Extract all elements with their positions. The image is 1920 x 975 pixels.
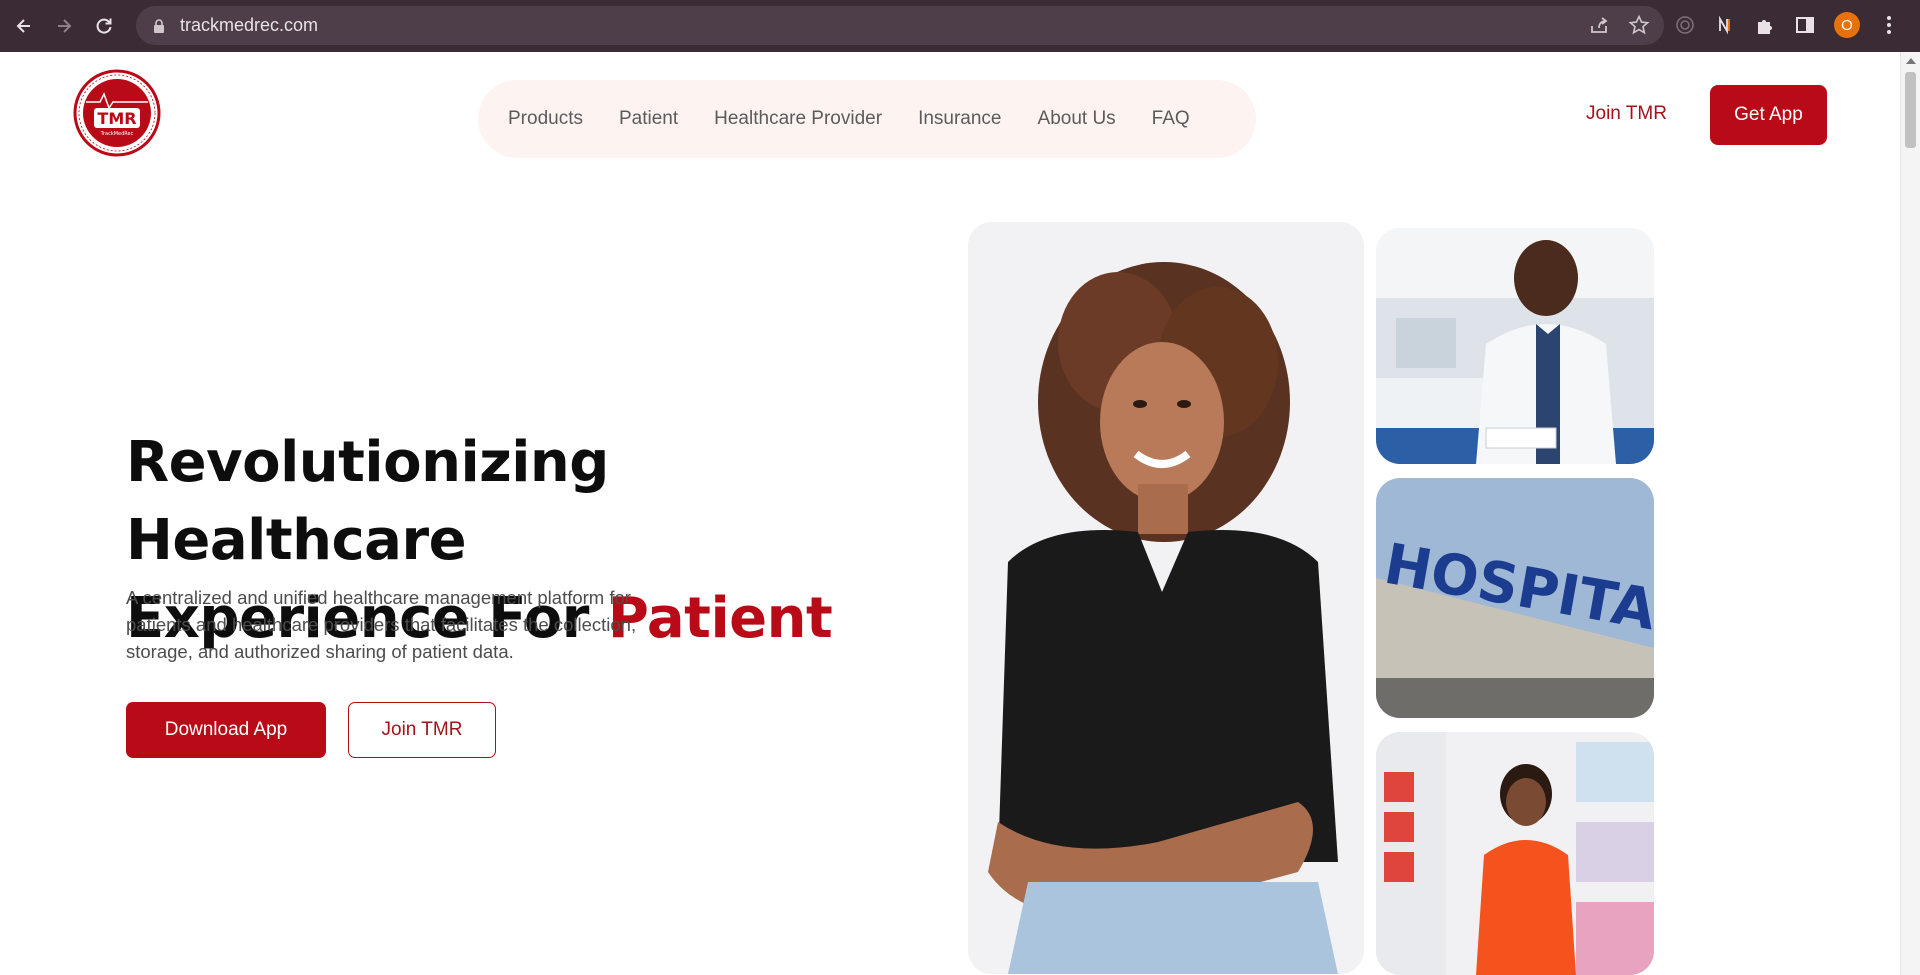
tmr-logo[interactable]: TMR TrackMedRec [72,68,162,158]
menu-dots-icon[interactable] [1878,14,1900,36]
address-bar[interactable]: trackmedrec.com [136,6,1664,45]
hospital-photo: HOSPITAL [1376,478,1654,718]
logo-text: TMR [97,109,136,128]
pharmacist-photo [1376,732,1654,975]
scroll-thumb[interactable] [1905,72,1916,148]
hero-patient-photo [968,222,1364,974]
doctor-photo [1376,228,1654,464]
nav-products[interactable]: Products [508,108,583,130]
url-text: trackmedrec.com [180,15,319,35]
profile-avatar[interactable]: O [1834,12,1860,38]
back-arrow-icon [16,19,30,33]
extension-icon[interactable] [1674,14,1696,36]
notion-icon[interactable] [1714,14,1736,36]
nav-faq[interactable]: FAQ [1152,108,1190,130]
main-nav: Products Patient Healthcare Provider Ins… [478,80,1256,158]
logo-subtext: TrackMedRec [100,131,134,137]
share-icon[interactable] [1588,14,1610,36]
reload-icon [96,18,112,34]
lock-icon [154,18,164,33]
get-app-button[interactable]: Get App [1710,85,1827,145]
star-icon[interactable] [1628,14,1650,36]
download-app-button[interactable]: Download App [126,702,326,758]
join-tmr-link[interactable]: Join TMR [1586,103,1667,125]
sidepanel-icon[interactable] [1794,14,1816,36]
back-button[interactable] [8,10,40,42]
hero-description: A centralized and unified healthcare man… [126,587,637,662]
nav-insurance[interactable]: Insurance [918,108,1001,130]
browser-toolbar: trackmedrec.com O [0,0,1920,52]
nav-healthcare-provider[interactable]: Healthcare Provider [714,108,882,130]
reload-button[interactable] [88,10,120,42]
forward-arrow-icon [58,19,72,33]
nav-about-us[interactable]: About Us [1038,108,1116,130]
forward-button[interactable] [48,10,80,42]
page-scrollbar[interactable] [1900,52,1920,975]
nav-patient[interactable]: Patient [619,108,678,130]
join-tmr-button[interactable]: Join TMR [348,702,496,758]
puzzle-icon[interactable] [1754,14,1776,36]
hero-title-line1: Revolutionizing Healthcare [126,430,609,573]
scroll-up-arrow-icon[interactable] [1906,58,1916,64]
